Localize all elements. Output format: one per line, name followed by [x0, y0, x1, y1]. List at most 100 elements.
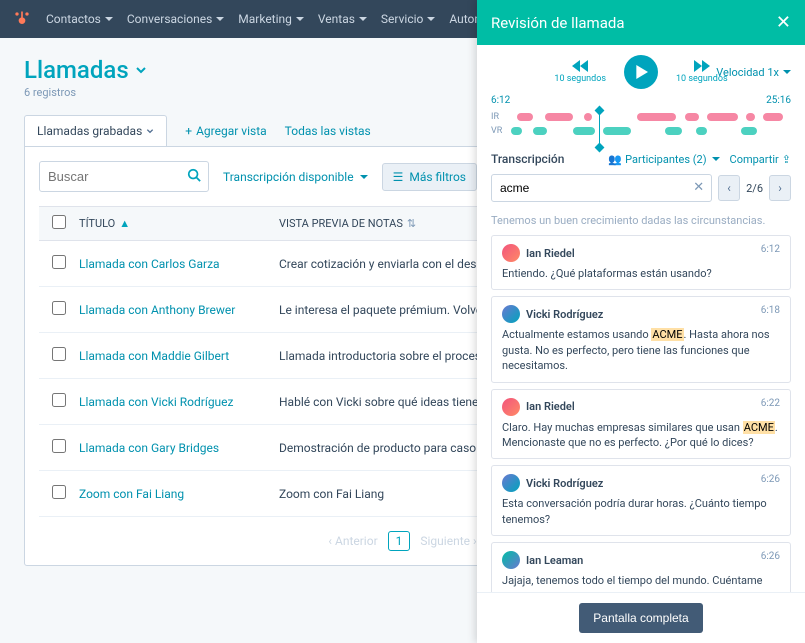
playback-speed[interactable]: Velocidad 1x [716, 66, 791, 79]
avatar [502, 244, 520, 262]
plus-icon: + [185, 124, 192, 138]
more-filters-label: Más filtros [409, 170, 466, 184]
select-all-checkbox[interactable] [52, 215, 66, 229]
search-prev-button[interactable]: ‹ [718, 175, 740, 201]
row-checkbox[interactable] [52, 393, 66, 407]
avatar [502, 551, 520, 569]
search-position: 2/6 [744, 182, 765, 195]
notes-preview: Hablé con Vicki sobre qué ideas tiene pa… [279, 395, 505, 409]
transcript-message[interactable]: Vicki Rodríguez6:18Actualmente estamos u… [491, 296, 791, 382]
transcript-message[interactable]: Ian Riedel 6:12 Entiendo. ¿Qué plataformas… [491, 235, 791, 290]
call-title-link[interactable]: Llamada con Carlos Garza [79, 257, 220, 271]
chevron-down-icon [135, 64, 147, 76]
all-views-link[interactable]: Todas las vistas [285, 124, 371, 138]
search-icon [187, 168, 201, 186]
add-view-button[interactable]: + Agregar vista [185, 124, 266, 138]
page-title-text: Llamadas [24, 56, 129, 84]
notes-preview: Zoom con Fai Liang [279, 487, 384, 501]
row-checkbox[interactable] [52, 301, 66, 315]
participants-dropdown[interactable]: 👥 Participantes (2) [608, 153, 719, 166]
transcript-search-row: ✕ ‹ 2/6 › [477, 174, 805, 210]
drawer-header: Revisión de llamada ✕ [477, 0, 805, 45]
call-review-drawer: Revisión de llamada ✕ 10 segundos 10 seg… [477, 0, 805, 643]
nav-servicio[interactable]: Servicio [381, 12, 435, 26]
nav-contactos[interactable]: Contactos [46, 12, 113, 26]
call-title-link[interactable]: Llamada con Vicki Rodríguez [79, 395, 234, 409]
message-body: Entiendo. ¿Qué plataformas están usando? [502, 266, 780, 281]
speaker-a-label: IR [491, 112, 505, 122]
row-checkbox[interactable] [52, 347, 66, 361]
transcript-message[interactable]: Vicki Rodríguez6:26Esta conversación pod… [491, 465, 791, 536]
people-icon: 👥 [608, 153, 622, 166]
nav-ventas[interactable]: Ventas [318, 12, 367, 26]
fullscreen-button[interactable]: Pantalla completa [579, 603, 702, 633]
rewind-label: 10 segundos [554, 74, 606, 84]
avatar [502, 305, 520, 323]
drawer-title: Revisión de llamada [491, 14, 624, 32]
chevron-down-icon [146, 127, 154, 135]
time-current: 6:12 [491, 95, 510, 106]
speaker-name: Ian Riedel [526, 400, 575, 413]
drawer-footer: Pantalla completa [477, 592, 805, 643]
speaker-b-track [511, 127, 791, 135]
more-filters-button[interactable]: ☰ Más filtros [382, 163, 477, 191]
sort-icon: ⇅ [407, 217, 416, 230]
col-notes-label[interactable]: VISTA PREVIA DE NOTAS [279, 217, 403, 230]
waveform[interactable]: IR VR [491, 112, 791, 136]
row-checkbox[interactable] [52, 485, 66, 499]
col-title-label[interactable]: TÍTULO [79, 217, 115, 230]
audio-player: 10 segundos 10 segundos Velocidad 1x 6:1… [477, 45, 805, 144]
clear-search-icon[interactable]: ✕ [693, 180, 704, 195]
search-next-button[interactable]: › [769, 175, 791, 201]
notes-preview: Demostración de producto para caso de éx [279, 441, 508, 455]
transcript-message[interactable]: Ian Leaman6:26Jajaja, tenemos todo el ti… [491, 542, 791, 592]
search-input[interactable] [39, 161, 209, 192]
message-body: Esta conversación podría durar horas. ¿C… [502, 496, 780, 527]
call-title-link[interactable]: Zoom con Fai Liang [79, 487, 184, 501]
speaker-name: Vicki Rodríguez [526, 308, 603, 321]
search-input-wrap [39, 161, 209, 192]
speaker-name: Ian Leaman [526, 554, 583, 567]
notes-preview: Llamada introductoria sobre el proceso c… [279, 349, 504, 363]
transcript-list: Tenemos un buen crecimiento dadas las ci… [477, 210, 805, 592]
hubspot-logo-icon [12, 9, 32, 29]
call-title-link[interactable]: Llamada con Gary Bridges [79, 441, 219, 455]
next-label: Siguiente [420, 534, 470, 548]
prev-label: Anterior [335, 534, 378, 548]
transcript-context-line: Tenemos un buen crecimiento dadas las ci… [491, 210, 791, 235]
pagination-current[interactable]: 1 [388, 531, 411, 551]
pagination-next[interactable]: Siguiente › [420, 534, 476, 548]
playhead[interactable] [599, 110, 600, 148]
pagination-prev[interactable]: ‹ Anterior [328, 534, 377, 548]
add-view-label: Agregar vista [196, 124, 267, 138]
row-checkbox[interactable] [52, 439, 66, 453]
tab-recorded-calls[interactable]: Llamadas grabadas [24, 115, 167, 146]
call-title-link[interactable]: Llamada con Anthony Brewer [79, 303, 235, 317]
row-checkbox[interactable] [52, 255, 66, 269]
filter-transcript-available[interactable]: Transcripción disponible [223, 170, 368, 184]
nav-conversaciones[interactable]: Conversaciones [127, 12, 224, 26]
message-timestamp: 6:26 [761, 474, 780, 485]
call-title-link[interactable]: Llamada con Maddie Gilbert [79, 349, 229, 363]
message-timestamp: 6:12 [761, 244, 780, 255]
transcript-header: Transcripción 👥 Participantes (2) Compar… [477, 144, 805, 174]
speaker-a-track [511, 113, 791, 121]
share-button[interactable]: Compartir ⇪ [730, 153, 791, 166]
message-body: Claro. Hay muchas empresas similares que… [502, 420, 780, 451]
transcript-message[interactable]: Ian Riedel6:22Claro. Hay muchas empresas… [491, 389, 791, 460]
transcript-search-wrap: ✕ [491, 174, 712, 202]
play-button[interactable] [624, 55, 658, 89]
speaker-name: Ian Riedel [526, 247, 575, 260]
transcript-search-input[interactable] [491, 174, 712, 202]
participants-label: Participantes (2) [625, 153, 706, 166]
close-icon[interactable]: ✕ [776, 12, 791, 33]
transcript-label: Transcripción [491, 152, 564, 166]
nav-marketing[interactable]: Marketing [238, 12, 304, 26]
rewind-button[interactable]: 10 segundos [554, 60, 606, 84]
speaker-b-label: VR [491, 126, 505, 136]
tab-label: Llamadas grabadas [37, 124, 142, 138]
share-icon: ⇪ [782, 153, 791, 166]
notes-preview: Le interesa el paquete prémium. Volver a… [279, 303, 505, 317]
time-total: 25:16 [766, 95, 791, 106]
message-timestamp: 6:26 [761, 551, 780, 562]
